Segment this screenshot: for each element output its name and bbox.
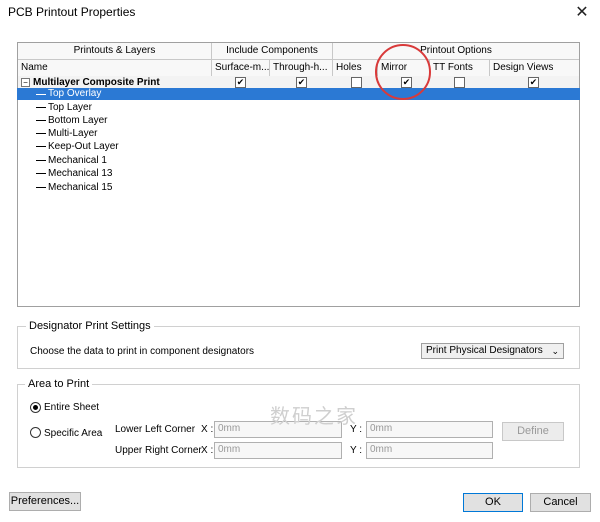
check-icon: ✔: [297, 77, 306, 87]
layer-list: Top Overlay Top Layer Bottom Layer Multi…: [17, 88, 580, 198]
upper-right-y-input[interactable]: 0mm: [366, 442, 493, 459]
holes-checkbox[interactable]: [351, 77, 362, 88]
layer-row[interactable]: Multi-Layer: [17, 127, 578, 140]
entire-sheet-label[interactable]: Entire Sheet: [44, 402, 99, 413]
check-icon: ✔: [236, 77, 245, 87]
cancel-button[interactable]: Cancel: [530, 493, 591, 512]
designator-select-value: Print Physical Designators: [426, 345, 543, 356]
close-icon[interactable]: ✕: [572, 2, 592, 22]
layer-row[interactable]: Top Overlay: [17, 88, 578, 101]
tree-line: [36, 187, 46, 188]
group-header-components: Include Components: [212, 43, 333, 59]
designator-select[interactable]: Print Physical Designators ⌄: [421, 343, 564, 359]
layer-label: Mechanical 1: [48, 155, 107, 166]
upper-right-y-label: Y :: [350, 445, 363, 456]
layer-row[interactable]: Mechanical 13: [17, 167, 578, 180]
through-hole-checkbox[interactable]: ✔: [296, 77, 307, 88]
group-header-row: Printouts & Layers Include Components Pr…: [18, 43, 579, 60]
designator-prompt: Choose the data to print in component de…: [30, 346, 255, 357]
entire-sheet-radio[interactable]: [30, 402, 41, 413]
specific-area-radio[interactable]: [30, 427, 41, 438]
layer-row[interactable]: Top Layer: [17, 101, 578, 114]
lower-left-corner-label: Lower Left Corner: [115, 424, 196, 435]
designator-group-title: Designator Print Settings: [26, 320, 154, 332]
chevron-down-icon: ⌄: [551, 346, 559, 356]
column-header-holes[interactable]: Holes: [333, 60, 378, 76]
column-header-surface-mount[interactable]: Surface-m...: [212, 60, 270, 76]
lower-left-y-input[interactable]: 0mm: [366, 421, 493, 438]
group-header-options: Printout Options: [420, 45, 492, 56]
specific-area-label[interactable]: Specific Area: [44, 428, 102, 439]
layer-label: Mechanical 15: [48, 182, 113, 193]
column-header-through-hole[interactable]: Through-h...: [270, 60, 333, 76]
upper-right-x-label: X :: [201, 445, 214, 456]
upper-right-corner-label: Upper Right Corner: [115, 445, 202, 456]
layer-label: Top Overlay: [48, 88, 102, 99]
surface-mount-checkbox[interactable]: ✔: [235, 77, 246, 88]
layer-label: Multi-Layer: [48, 128, 98, 139]
layer-label: Top Layer: [48, 102, 92, 113]
group-header-printouts: Printouts & Layers: [18, 43, 212, 59]
ok-button[interactable]: OK: [463, 493, 523, 512]
tree-line: [36, 120, 46, 121]
column-header-design-views[interactable]: Design Views: [490, 60, 579, 76]
tree-line: [36, 173, 46, 174]
layer-row[interactable]: Bottom Layer: [17, 114, 578, 127]
collapse-icon[interactable]: −: [21, 78, 30, 87]
preferences-button[interactable]: Preferences...: [9, 492, 81, 511]
window-title: PCB Printout Properties: [8, 5, 136, 19]
tree-line: [36, 94, 46, 95]
lower-left-x-label: X :: [201, 424, 214, 435]
column-header-name[interactable]: Name: [18, 60, 212, 76]
layer-label: Mechanical 13: [48, 168, 113, 179]
layer-row[interactable]: Mechanical 1: [17, 154, 578, 167]
column-header-row: Name Surface-m... Through-h... Holes Mir…: [18, 60, 579, 77]
highlight-circle-annotation: [375, 44, 431, 100]
tt-fonts-checkbox[interactable]: [454, 77, 465, 88]
tree-line: [36, 146, 46, 147]
define-button[interactable]: Define: [502, 422, 564, 441]
tree-line: [36, 107, 46, 108]
design-views-checkbox[interactable]: ✔: [528, 77, 539, 88]
tree-line: [36, 160, 46, 161]
upper-right-x-input[interactable]: 0mm: [214, 442, 342, 459]
layer-row[interactable]: Mechanical 15: [17, 181, 578, 194]
layer-label: Bottom Layer: [48, 115, 108, 126]
watermark-logo: 数码之家: [270, 406, 358, 428]
check-icon: ✔: [529, 77, 538, 87]
column-header-tt-fonts[interactable]: TT Fonts: [430, 60, 490, 76]
layer-row[interactable]: Keep-Out Layer: [17, 140, 578, 153]
area-group-title: Area to Print: [25, 378, 93, 390]
layer-label: Keep-Out Layer: [48, 141, 119, 152]
tree-line: [36, 133, 46, 134]
